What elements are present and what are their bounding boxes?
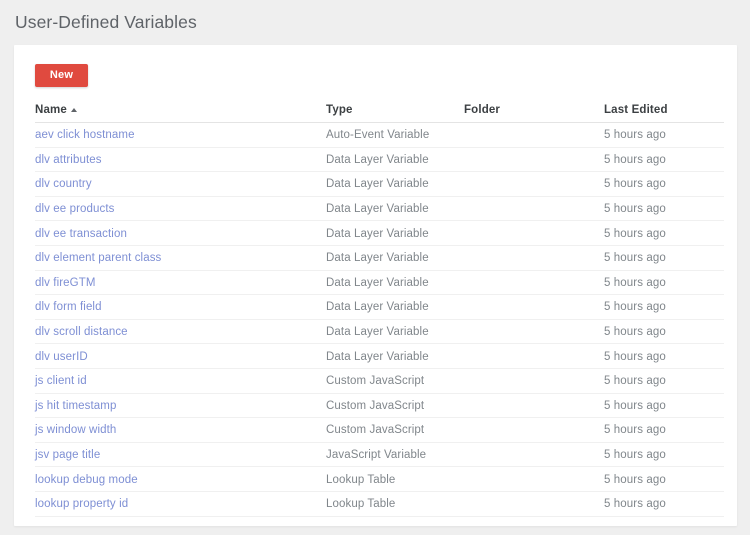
variable-name-link[interactable]: js client id bbox=[35, 369, 87, 394]
variable-type: Data Layer Variable bbox=[326, 153, 429, 166]
variable-type: Custom JavaScript bbox=[326, 424, 425, 437]
table-row: js hit timestamp Custom JavaScript 5 hours… bbox=[35, 394, 724, 419]
variable-last-edited: 5 hours ago bbox=[604, 227, 666, 240]
variable-type: Custom JavaScript bbox=[326, 375, 425, 388]
variables-table: Name Type Folder Last Edited aev click h… bbox=[35, 102, 724, 517]
table-row: js window width Custom JavaScript 5 hours … bbox=[35, 418, 724, 443]
table-row: dlv scroll distance Data Layer Variable 5 … bbox=[35, 320, 724, 345]
variable-last-edited: 5 hours ago bbox=[604, 129, 666, 142]
user-defined-variables-page: User-Defined Variables New Name Type Fol… bbox=[0, 0, 750, 535]
variable-name-link[interactable]: lookup property id bbox=[35, 492, 128, 517]
variable-last-edited: 5 hours ago bbox=[604, 399, 666, 412]
variable-last-edited: 5 hours ago bbox=[604, 203, 666, 216]
table-row: dlv attributes Data Layer Variable 5 hours… bbox=[35, 148, 724, 173]
variable-type: Data Layer Variable bbox=[326, 252, 429, 265]
variable-name-link[interactable]: dlv form field bbox=[35, 295, 102, 320]
variable-name-link[interactable]: lookup debug mode bbox=[35, 467, 138, 492]
table-row: dlv element parent class Data Layer Varia… bbox=[35, 246, 724, 271]
variable-last-edited: 5 hours ago bbox=[604, 449, 666, 462]
variable-type: Data Layer Variable bbox=[326, 178, 429, 191]
table-row: dlv country Data Layer Variable 5 hours ag… bbox=[35, 172, 724, 197]
variable-name-link[interactable]: js window width bbox=[35, 418, 116, 443]
column-header-name-label: Name bbox=[35, 104, 67, 116]
variable-type: Data Layer Variable bbox=[326, 203, 429, 216]
variable-name-link[interactable]: dlv userID bbox=[35, 344, 88, 369]
variable-last-edited: 5 hours ago bbox=[604, 326, 666, 339]
table-row: dlv ee products Data Layer Variable 5 hour… bbox=[35, 197, 724, 222]
variable-type: Auto-Event Variable bbox=[326, 129, 430, 142]
card-toolbar: New bbox=[14, 45, 737, 102]
variable-last-edited: 5 hours ago bbox=[604, 350, 666, 363]
table-row: lookup property id Lookup Table 5 hours ag… bbox=[35, 492, 724, 517]
variable-name-link[interactable]: dlv country bbox=[35, 172, 92, 197]
variable-name-link[interactable]: dlv ee transaction bbox=[35, 221, 127, 246]
table-row: dlv form field Data Layer Variable 5 hours… bbox=[35, 295, 724, 320]
variable-type: Data Layer Variable bbox=[326, 276, 429, 289]
column-header-name[interactable]: Name bbox=[35, 103, 77, 118]
variable-last-edited: 5 hours ago bbox=[604, 276, 666, 289]
variable-last-edited: 5 hours ago bbox=[604, 498, 666, 511]
table-header-row: Name Type Folder Last Edited bbox=[35, 102, 724, 123]
column-header-type[interactable]: Type bbox=[326, 103, 353, 118]
variable-name-link[interactable]: dlv fireGTM bbox=[35, 271, 96, 296]
variable-type: Data Layer Variable bbox=[326, 326, 429, 339]
variable-last-edited: 5 hours ago bbox=[604, 424, 666, 437]
table-row: jsv page title JavaScript Variable 5 hours… bbox=[35, 443, 724, 468]
variable-type: Custom JavaScript bbox=[326, 399, 425, 412]
column-header-last-edited[interactable]: Last Edited bbox=[604, 103, 668, 118]
variable-type: Data Layer Variable bbox=[326, 350, 429, 363]
variables-card: New Name Type Folder Last Edited aev cli… bbox=[14, 45, 737, 526]
column-header-folder[interactable]: Folder bbox=[464, 103, 500, 118]
variable-name-link[interactable]: js hit timestamp bbox=[35, 394, 116, 419]
variable-type: JavaScript Variable bbox=[326, 449, 427, 462]
variable-last-edited: 5 hours ago bbox=[604, 301, 666, 314]
table-row: dlv fireGTM Data Layer Variable 5 hours ag… bbox=[35, 271, 724, 296]
variable-type: Lookup Table bbox=[326, 473, 396, 486]
table-row: js client id Custom JavaScript 5 hours ago bbox=[35, 369, 724, 394]
variable-name-link[interactable]: dlv ee products bbox=[35, 197, 115, 222]
variable-type: Data Layer Variable bbox=[326, 227, 429, 240]
table-row: lookup debug mode Lookup Table 5 hours ago bbox=[35, 467, 724, 492]
variable-name-link[interactable]: dlv attributes bbox=[35, 148, 102, 173]
variable-last-edited: 5 hours ago bbox=[604, 178, 666, 191]
table-row: aev click hostname Auto-Event Variable 5 h… bbox=[35, 123, 724, 148]
new-variable-button[interactable]: New bbox=[35, 64, 88, 87]
table-row: dlv ee transaction Data Layer Variable 5 h… bbox=[35, 221, 724, 246]
table-body: aev click hostname Auto-Event Variable 5 h… bbox=[35, 123, 724, 517]
variable-name-link[interactable]: dlv scroll distance bbox=[35, 320, 128, 345]
variable-type: Lookup Table bbox=[326, 498, 396, 511]
page-title: User-Defined Variables bbox=[15, 12, 197, 32]
variable-name-link[interactable]: dlv element parent class bbox=[35, 246, 161, 271]
variable-type: Data Layer Variable bbox=[326, 301, 429, 314]
variable-last-edited: 5 hours ago bbox=[604, 153, 666, 166]
variable-name-link[interactable]: aev click hostname bbox=[35, 123, 135, 148]
variable-name-link[interactable]: jsv page title bbox=[35, 443, 100, 468]
variable-last-edited: 5 hours ago bbox=[604, 252, 666, 265]
variable-last-edited: 5 hours ago bbox=[604, 473, 666, 486]
table-row: dlv userID Data Layer Variable 5 hours ago bbox=[35, 344, 724, 369]
variable-last-edited: 5 hours ago bbox=[604, 375, 666, 388]
sort-ascending-triangle-icon bbox=[70, 108, 77, 112]
